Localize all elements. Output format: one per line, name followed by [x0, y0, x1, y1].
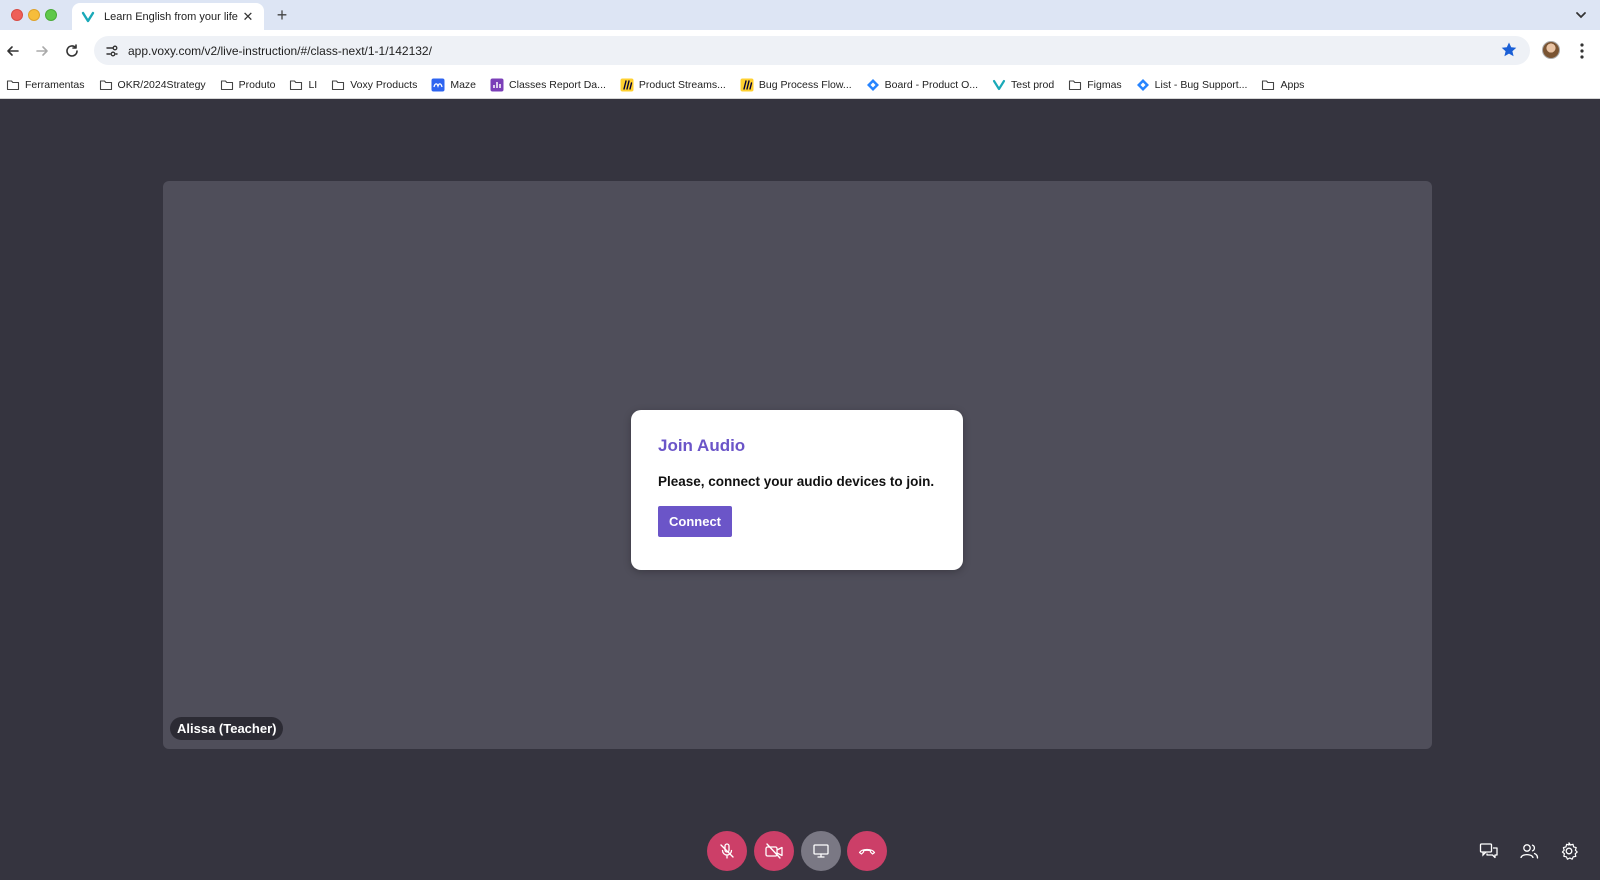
bookmark-item[interactable]: OKR/2024Strategy: [99, 74, 206, 96]
folder-icon: [1261, 78, 1275, 92]
site-info-icon[interactable]: [102, 41, 122, 61]
miro-icon: [740, 78, 754, 92]
address-bar[interactable]: app.voxy.com/v2/live-instruction/#/class…: [94, 36, 1530, 65]
mute-mic-button[interactable]: [707, 831, 747, 871]
bookmark-label: Maze: [450, 78, 477, 91]
camera-toggle-button[interactable]: [754, 831, 794, 871]
bookmark-label: Ferramentas: [25, 78, 85, 91]
dialog-message: Please, connect your audio devices to jo…: [658, 474, 935, 489]
voxy-icon: [992, 78, 1006, 92]
bookmark-item[interactable]: Test prod: [992, 74, 1054, 96]
profile-avatar[interactable]: [1542, 41, 1560, 59]
browser-toolbar: app.voxy.com/v2/live-instruction/#/class…: [0, 30, 1600, 71]
chat-icon[interactable]: [1478, 840, 1500, 862]
phone-hangup-icon: [858, 848, 876, 855]
bookmark-item[interactable]: Voxy Products: [331, 74, 417, 96]
join-audio-dialog: Join Audio Please, connect your audio de…: [631, 410, 963, 570]
bookmark-item[interactable]: Ferramentas: [6, 74, 85, 96]
miro-icon: [620, 78, 634, 92]
bookmark-label: OKR/2024Strategy: [117, 78, 206, 91]
bookmark-label: Board - Product O...: [884, 78, 979, 91]
bookmark-item[interactable]: Classes Report Da...: [490, 74, 606, 96]
folder-icon: [6, 78, 20, 92]
browser-menu-icon[interactable]: [1574, 41, 1590, 61]
bookmark-label: Bug Process Flow...: [758, 78, 852, 91]
jira-icon: [1136, 78, 1150, 92]
bookmark-item[interactable]: Bug Process Flow...: [740, 74, 852, 96]
bookmarks-bar: Ferramentas OKR/2024Strategy Produto LI Voxy…: [0, 71, 1600, 99]
folder-icon: [220, 78, 234, 92]
tab-search-icon[interactable]: [1572, 6, 1590, 24]
bookmark-item[interactable]: Figmas: [1068, 74, 1122, 96]
bookmark-item[interactable]: Apps: [1261, 74, 1304, 96]
forward-button[interactable]: [32, 41, 52, 61]
close-window-button[interactable]: [11, 9, 23, 21]
voxy-favicon-icon: [81, 11, 95, 22]
reload-button[interactable]: [62, 41, 82, 61]
hang-up-button[interactable]: [847, 831, 887, 871]
bookmark-star-icon[interactable]: [1500, 41, 1518, 59]
bookmark-label: Test prod: [1011, 78, 1055, 91]
folder-icon: [331, 78, 345, 92]
tab-title: Learn English from your life: [104, 10, 238, 23]
report-icon: [490, 78, 504, 92]
share-screen-button[interactable]: [801, 831, 841, 871]
browser-tab-bar: Learn English from your life ✕ +: [0, 0, 1600, 30]
folder-icon: [1068, 78, 1082, 92]
new-tab-button[interactable]: +: [272, 5, 292, 25]
dialog-title: Join Audio: [658, 436, 746, 455]
maximize-window-button[interactable]: [45, 9, 57, 21]
back-arrow-icon: [7, 46, 19, 56]
bookmark-label: Product Streams...: [638, 78, 726, 91]
folder-icon: [99, 78, 113, 92]
bookmark-label: Produto: [238, 78, 276, 91]
bookmark-label: LI: [308, 78, 318, 91]
reload-icon: [66, 44, 78, 57]
tab-close-icon[interactable]: ✕: [240, 9, 256, 25]
forward-arrow-icon: [36, 46, 48, 56]
maze-icon: [431, 78, 445, 92]
monitor-icon: [813, 844, 829, 858]
bookmark-item[interactable]: Board - Product O...: [866, 74, 978, 96]
url-text[interactable]: app.voxy.com/v2/live-instruction/#/class…: [128, 44, 432, 58]
connect-button[interactable]: Connect: [658, 506, 732, 537]
settings-gear-icon[interactable]: [1558, 840, 1580, 862]
jira-icon: [866, 78, 880, 92]
bookmark-item[interactable]: LI: [289, 74, 317, 96]
bookmark-label: Apps: [1280, 78, 1305, 91]
bookmark-label: Classes Report Da...: [509, 78, 606, 91]
minimize-window-button[interactable]: [28, 9, 40, 21]
bookmark-item[interactable]: Maze: [431, 74, 476, 96]
bookmark-label: Voxy Products: [350, 78, 418, 91]
bookmark-item[interactable]: List - Bug Support...: [1136, 74, 1248, 96]
bookmark-label: Figmas: [1087, 78, 1122, 91]
browser-tab[interactable]: Learn English from your life ✕: [72, 3, 264, 30]
participants-icon[interactable]: [1518, 840, 1540, 862]
folder-icon: [289, 78, 303, 92]
camera-off-icon: [765, 843, 783, 859]
bookmark-label: List - Bug Support...: [1154, 78, 1248, 91]
back-button[interactable]: [3, 41, 23, 61]
bookmark-item[interactable]: Produto: [220, 74, 276, 96]
bookmark-item[interactable]: Product Streams...: [620, 74, 726, 96]
participant-name-tag: Alissa (Teacher): [170, 717, 284, 740]
mic-off-icon: [720, 843, 734, 859]
